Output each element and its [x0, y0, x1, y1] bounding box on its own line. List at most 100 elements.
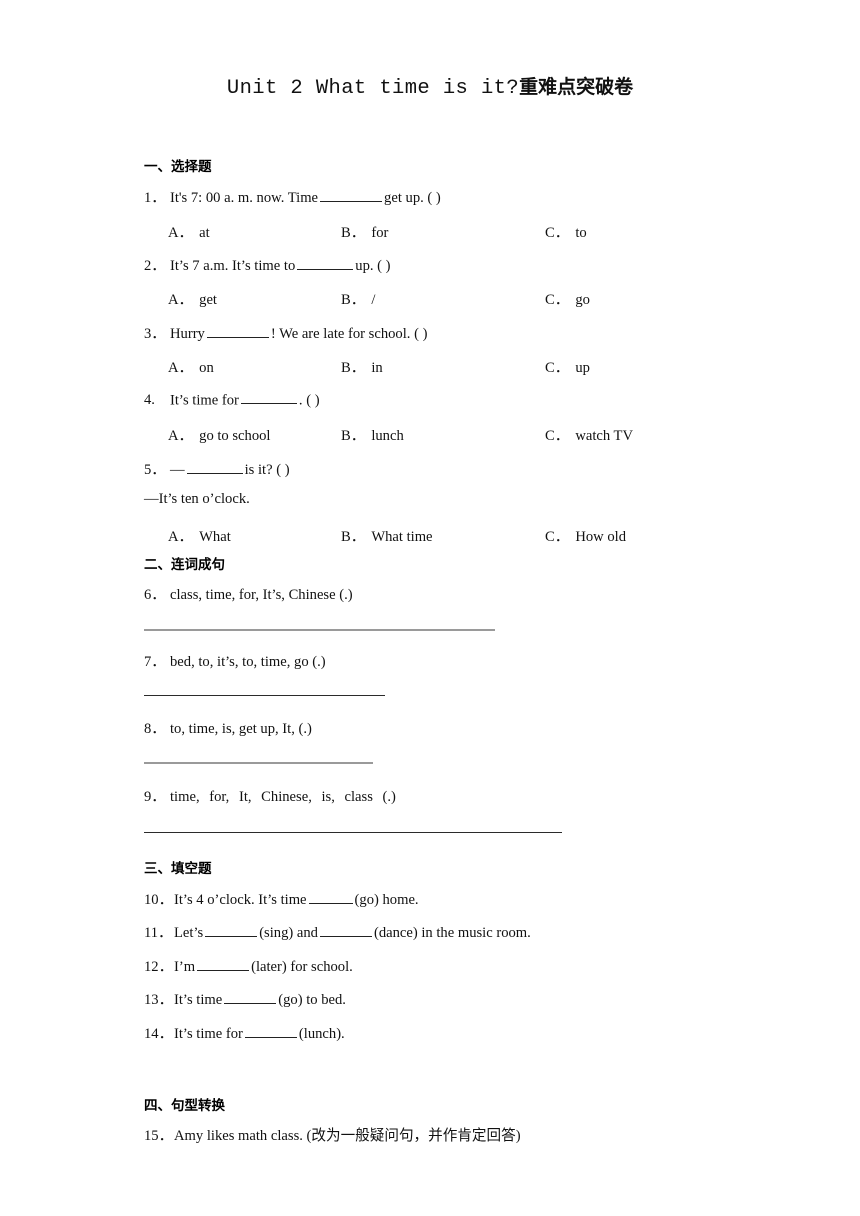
question-8-answer-rule[interactable] — [144, 762, 373, 764]
question-11-blank-2[interactable] — [319, 923, 372, 937]
question-1-number: 1． — [144, 190, 166, 206]
question-1-options: A． at B． for C． to — [0, 221, 860, 241]
question-1-option-b[interactable]: B． for — [341, 221, 388, 242]
question-5-stem-before: — — [170, 462, 185, 478]
question-2-option-c[interactable]: C． go — [545, 288, 590, 309]
question-2-options: A． get B． / C． go — [0, 288, 860, 308]
question-4-option-c[interactable]: C． watch TV — [545, 424, 633, 445]
question-8: 8． to, time, is, get up, It, (.) — [144, 717, 312, 738]
question-7: 7． bed, to, it’s, to, time, go (.) — [144, 650, 326, 671]
question-10-number: 10． — [144, 892, 174, 908]
question-4-stem-before: It’s time for — [170, 392, 239, 409]
question-11: 11．Let’s (sing) and (dance) in the music r… — [144, 921, 531, 942]
question-14-part-2: (lunch). — [298, 1026, 345, 1042]
question-9-text: time, for, It, Chinese, is, class (.) — [170, 789, 396, 805]
question-2-stem-before: It’s 7 a.m. It’s time to — [170, 258, 296, 274]
question-14-number: 14． — [144, 1026, 174, 1042]
question-11-number: 11． — [144, 925, 173, 941]
question-4-options: A． go to school B． lunch C． watch TV — [0, 424, 860, 444]
question-3-option-a[interactable]: A． on — [168, 356, 214, 377]
question-9-number: 9． — [144, 789, 166, 805]
question-9: 9． time, for, It, Chinese, is, class (.) — [144, 785, 396, 806]
question-6-text: class, time, for, It’s, Chinese (.) — [170, 587, 353, 603]
question-14-part-1: It’s time for — [174, 1026, 243, 1042]
question-1-stem-after: get up. ( ) — [384, 190, 441, 206]
question-3-option-c[interactable]: C． up — [545, 356, 590, 377]
question-4-option-a[interactable]: A． go to school — [168, 424, 271, 445]
question-1-blank[interactable] — [320, 188, 383, 202]
question-5-answer-line: —It’s ten o’clock. — [144, 491, 250, 507]
question-4-number: 4. — [144, 392, 155, 409]
question-2-option-b[interactable]: B． / — [341, 288, 375, 309]
question-4-stem-after: . ( ) — [298, 392, 320, 409]
question-15-number: 15． — [144, 1128, 174, 1144]
question-10: 10．It’s 4 o’clock. It’s time (go) home. — [144, 888, 419, 909]
question-13: 13．It’s time (go) to bed. — [144, 988, 346, 1009]
question-7-text: bed, to, it’s, to, time, go (.) — [170, 654, 326, 670]
question-8-number: 8． — [144, 721, 166, 737]
question-7-answer-rule[interactable] — [144, 695, 385, 696]
question-10-part-1: It’s 4 o’clock. It’s time — [174, 892, 307, 908]
question-3-options: A． on B． in C． up — [0, 356, 860, 376]
worksheet-page: Unit 2 What time is it?重难点突破卷 一、选择题 1． It… — [0, 0, 860, 1216]
question-6: 6． class, time, for, It’s, Chinese (.) — [144, 583, 353, 604]
question-13-part-2: (go) to bed. — [278, 992, 346, 1008]
question-6-answer-rule[interactable] — [144, 629, 495, 631]
question-13-number: 13． — [144, 992, 174, 1008]
question-2-blank[interactable] — [297, 256, 354, 270]
section-heading-1: 一、选择题 — [144, 159, 212, 175]
question-15-text: Amy likes math class. (改为一般疑问句，并作肯定回答) — [174, 1128, 521, 1144]
question-2-option-a[interactable]: A． get — [168, 288, 217, 309]
question-3-number: 3． — [144, 326, 166, 342]
question-5-options: A． What B． What time C． How old — [0, 525, 860, 545]
page-title-chinese: 重难点突破卷 — [519, 76, 634, 98]
question-10-part-2: (go) home. — [354, 892, 419, 908]
question-11-part-3: (dance) in the music room. — [373, 925, 531, 941]
question-5-option-b[interactable]: B． What time — [341, 525, 433, 546]
question-2-number: 2． — [144, 258, 166, 274]
question-4: 4. It’s time for . ( ) — [144, 390, 320, 409]
question-1: 1． It's 7: 00 a. m. now. Time get up. ( ) — [144, 186, 441, 207]
question-1-option-c[interactable]: C． to — [545, 221, 587, 242]
question-4-blank[interactable] — [240, 390, 297, 405]
question-12-blank[interactable] — [197, 957, 250, 971]
question-7-number: 7． — [144, 654, 166, 670]
question-2-stem-after: up. ( ) — [355, 258, 391, 274]
question-15: 15．Amy likes math class. (改为一般疑问句，并作肯定回答… — [144, 1124, 521, 1145]
question-3: 3． Hurry ! We are late for school. ( ) — [144, 322, 427, 343]
question-4-option-b[interactable]: B． lunch — [341, 424, 404, 445]
question-9-answer-rule[interactable] — [144, 832, 562, 833]
question-5-stem-after: is it? ( ) — [244, 462, 290, 478]
question-3-stem-after: ! We are late for school. ( ) — [270, 326, 428, 342]
question-3-option-b[interactable]: B． in — [341, 356, 383, 377]
question-3-stem-before: Hurry — [170, 326, 205, 342]
page-title: Unit 2 What time is it?重难点突破卷 — [0, 72, 860, 100]
question-13-part-1: It’s time — [174, 992, 223, 1008]
question-11-blank-1[interactable] — [205, 923, 258, 937]
question-3-blank[interactable] — [206, 324, 269, 338]
question-5-option-c[interactable]: C． How old — [545, 525, 626, 546]
question-5: 5． — is it? ( ) — [144, 458, 290, 479]
question-12: 12．I’m (later) for school. — [144, 955, 353, 976]
question-2: 2． It’s 7 a.m. It’s time to up. ( ) — [144, 254, 391, 275]
question-1-option-a[interactable]: A． at — [168, 221, 210, 242]
section-heading-3: 三、填空题 — [144, 861, 212, 877]
question-14-blank[interactable] — [244, 1024, 297, 1038]
section-heading-4: 四、句型转换 — [144, 1098, 225, 1114]
question-5-blank[interactable] — [186, 460, 243, 474]
question-11-part-1: Let’s — [174, 925, 204, 941]
page-title-latin: Unit 2 What time is it? — [226, 77, 520, 100]
question-14: 14．It’s time for (lunch). — [144, 1022, 345, 1043]
question-12-part-1: I’m — [174, 959, 196, 975]
question-13-blank[interactable] — [224, 990, 277, 1004]
question-12-part-2: (later) for school. — [251, 959, 353, 975]
section-heading-2: 二、连词成句 — [144, 557, 225, 573]
question-5-option-a[interactable]: A． What — [168, 525, 231, 546]
question-8-text: to, time, is, get up, It, (.) — [170, 721, 312, 737]
question-5-number: 5． — [144, 462, 166, 478]
question-10-blank[interactable] — [308, 890, 353, 904]
question-1-stem-before: It's 7: 00 a. m. now. Time — [170, 190, 319, 206]
question-12-number: 12． — [144, 959, 174, 975]
question-11-part-2: (sing) and — [259, 925, 318, 941]
question-6-number: 6． — [144, 587, 166, 603]
